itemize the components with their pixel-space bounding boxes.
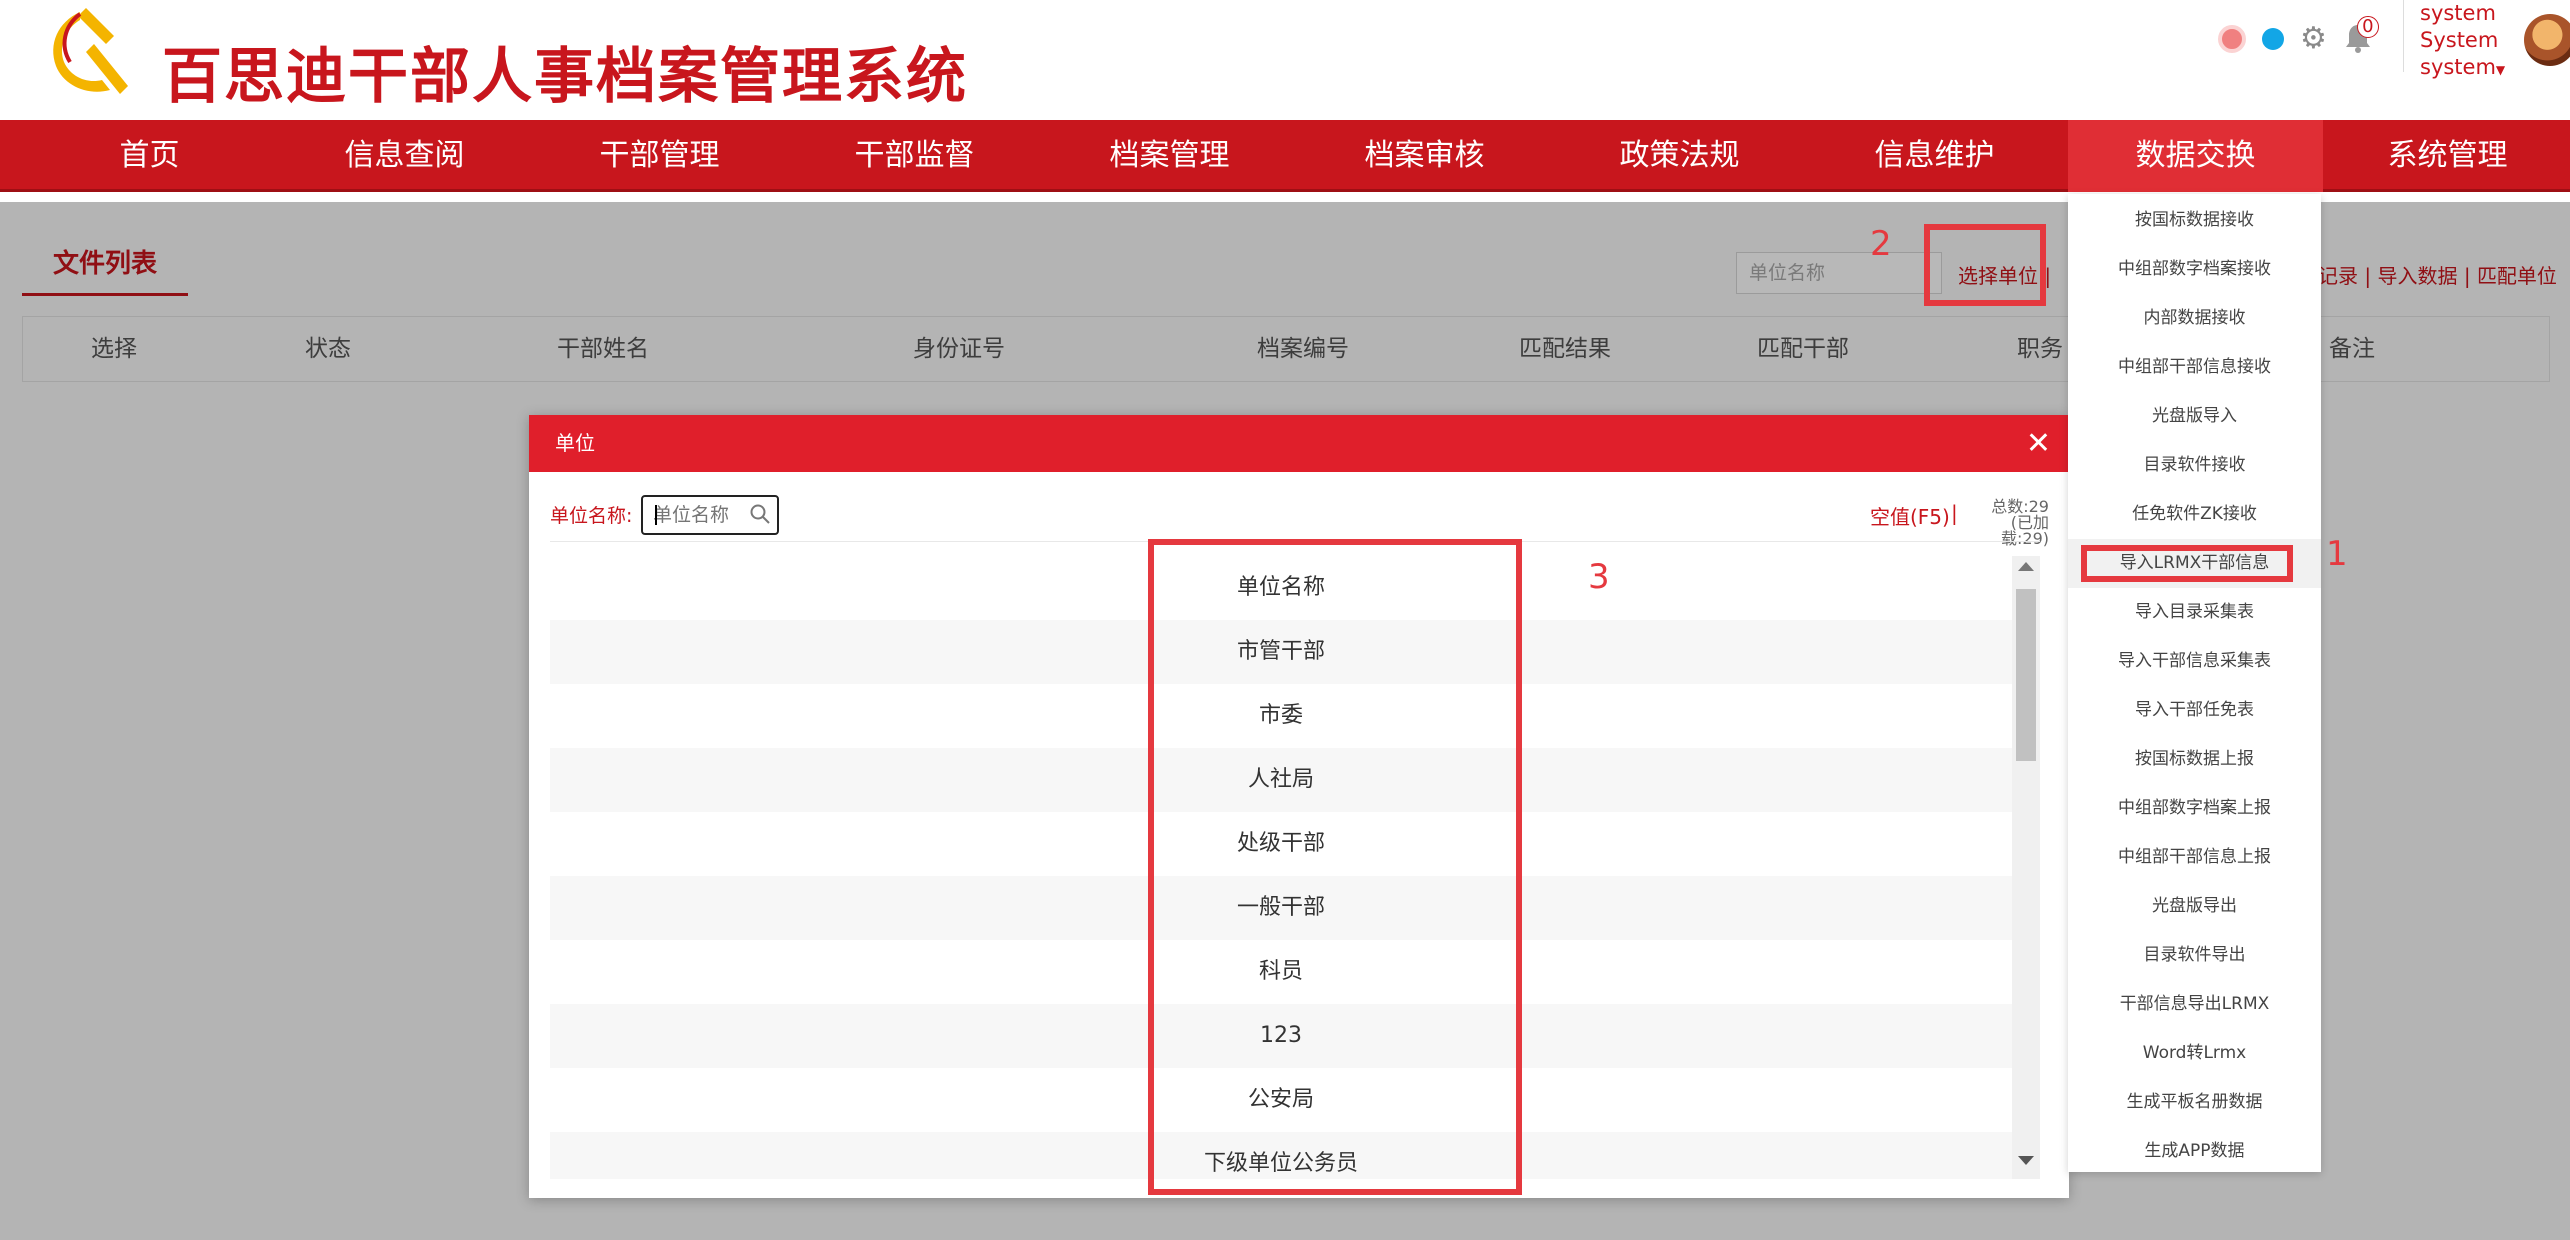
caret-down-icon: ▼ — [2495, 63, 2506, 77]
menu-item[interactable]: 按国标数据上报 — [2068, 735, 2321, 784]
annotation-box-1 — [2081, 545, 2293, 582]
menu-item[interactable]: 任免软件ZK接收 — [2068, 490, 2321, 539]
user-name-line-3: system▼ — [2420, 54, 2505, 84]
user-name-line-1: system — [2420, 1, 2496, 25]
text-caret — [655, 505, 657, 525]
dialog-header: 单位 ✕ — [529, 415, 2069, 472]
menu-item[interactable]: 中组部数字档案接收 — [2068, 245, 2321, 294]
app-header: 百思迪干部人事档案管理系统 ⚙ 0 system System system▼ — [0, 0, 2570, 120]
gear-icon[interactable]: ⚙ — [2300, 24, 2327, 54]
menu-item[interactable]: 目录软件导出 — [2068, 931, 2321, 980]
menu-item[interactable]: 按国标数据接收 — [2068, 196, 2321, 245]
app-title: 百思迪干部人事档案管理系统 — [162, 42, 968, 112]
scrollbar-thumb[interactable] — [2016, 589, 2036, 761]
menu-item[interactable]: 中组部干部信息接收 — [2068, 343, 2321, 392]
menu-item[interactable]: 内部数据接收 — [2068, 294, 2321, 343]
nav-item-data-exchange[interactable]: 数据交换 — [2068, 120, 2323, 192]
user-menu[interactable]: system System system▼ — [2420, 0, 2505, 84]
header-icons: ⚙ 0 — [2218, 16, 2379, 56]
menu-item[interactable]: 目录软件接收 — [2068, 441, 2321, 490]
status-dot-icon[interactable] — [2262, 28, 2284, 50]
record-counts: 总数:29 (已加载:29) — [1963, 499, 2049, 547]
search-icon[interactable] — [749, 503, 771, 525]
menu-item[interactable]: 光盘版导出 — [2068, 882, 2321, 931]
close-icon[interactable]: ✕ — [2026, 415, 2051, 472]
menu-item[interactable]: 光盘版导入 — [2068, 392, 2321, 441]
menu-item[interactable]: 中组部数字档案上报 — [2068, 784, 2321, 833]
nav-item-archive-management[interactable]: 档案管理 — [1042, 120, 1297, 192]
nav-item-archive-review[interactable]: 档案审核 — [1297, 120, 1552, 192]
menu-item[interactable]: 干部信息导出LRMX — [2068, 980, 2321, 1029]
menu-item[interactable]: 导入目录采集表 — [2068, 588, 2321, 637]
menu-item[interactable]: Word转Lrmx — [2068, 1029, 2321, 1078]
nav-item-system-management[interactable]: 系统管理 — [2320, 120, 2570, 192]
menu-item[interactable]: 导入干部信息采集表 — [2068, 637, 2321, 686]
loaded-count: (已加载:29) — [2001, 513, 2049, 548]
list-scrollbar[interactable] — [2012, 556, 2040, 1179]
nav-item-info-query[interactable]: 信息查阅 — [277, 120, 532, 192]
menu-item[interactable]: 导入干部任免表 — [2068, 686, 2321, 735]
bell-icon[interactable]: 0 — [2343, 16, 2379, 56]
data-exchange-menu: 按国标数据接收 中组部数字档案接收 内部数据接收 中组部干部信息接收 光盘版导入… — [2068, 194, 2321, 1172]
unit-search-input[interactable] — [643, 497, 743, 533]
nav-item-policies[interactable]: 政策法规 — [1552, 120, 1807, 192]
menu-item[interactable]: 生成平板名册数据 — [2068, 1078, 2321, 1127]
annotation-label-2: 2 — [1870, 224, 1892, 264]
party-emblem-icon — [53, 8, 128, 94]
annotation-label-1: 1 — [2326, 534, 2348, 574]
user-name-line-2: System — [2420, 28, 2499, 52]
notification-badge: 0 — [2356, 16, 2379, 38]
menu-item[interactable]: 生成APP数据 — [2068, 1127, 2321, 1176]
nav-item-cadre-management[interactable]: 干部管理 — [532, 120, 787, 192]
nav-item-home[interactable]: 首页 — [22, 120, 277, 192]
nav-item-info-maintenance[interactable]: 信息维护 — [1807, 120, 2062, 192]
nav-item-cadre-supervision[interactable]: 干部监督 — [787, 120, 1042, 192]
annotation-label-3: 3 — [1588, 557, 1610, 597]
annotation-box-3 — [1148, 539, 1522, 1195]
dialog-separator: | — [1951, 501, 1958, 525]
null-value-button[interactable]: 空值(F5) — [1870, 501, 1950, 530]
menu-item[interactable]: 中组部干部信息上报 — [2068, 833, 2321, 882]
unit-name-label: 单位名称: — [550, 505, 633, 527]
user-name-line-3-text: system — [2420, 55, 2496, 79]
main-nav: 首页 信息查阅 干部管理 干部监督 档案管理 档案审核 政策法规 信息维护 数据… — [0, 120, 2570, 192]
scroll-down-icon[interactable] — [2018, 1156, 2034, 1165]
unit-search-box — [641, 495, 779, 535]
annotation-box-2 — [1924, 224, 2046, 306]
header-divider — [2403, 0, 2404, 72]
record-dot-icon[interactable] — [2218, 25, 2246, 53]
scroll-up-icon[interactable] — [2018, 562, 2034, 571]
avatar[interactable] — [2524, 14, 2570, 66]
dialog-title: 单位 — [555, 431, 595, 455]
